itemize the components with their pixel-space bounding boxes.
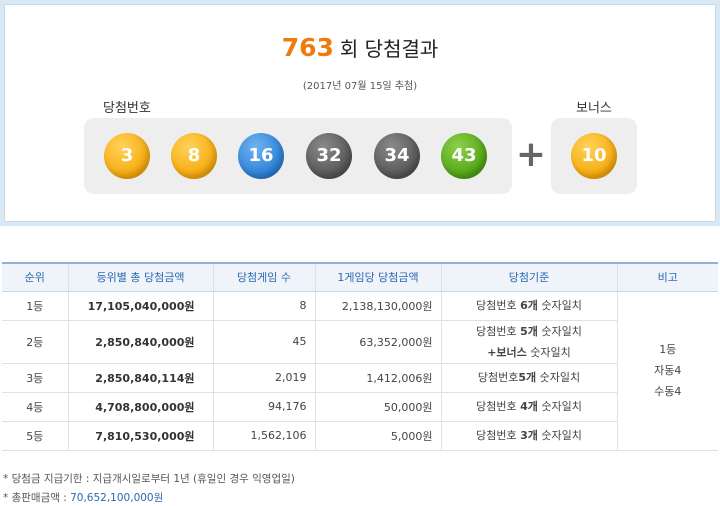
note-line: 수동4	[654, 385, 682, 398]
winners-cell: 45	[212, 320, 315, 364]
table-row: 3등 2,850,840,114원 2,019 1,412,006원 당첨번호5…	[2, 363, 718, 393]
criteria-text: 당첨번호	[476, 324, 521, 338]
criteria-text: 당첨번호	[476, 429, 521, 442]
round-number: 763	[281, 33, 334, 62]
criteria-count: 3개	[520, 429, 538, 442]
criteria-text: 당첨번호	[477, 371, 519, 384]
col-header-total: 등위별 총 당첨금액	[67, 262, 213, 292]
total-amount-cell: 2,850,840,000원	[67, 320, 213, 364]
criteria-cell: 당첨번호 3개 숫자일치	[440, 421, 617, 451]
draw-date: (2017년 07월 15일 추첨)	[302, 81, 418, 92]
criteria-text: 숫자일치	[537, 429, 582, 442]
winners-cell: 8	[212, 291, 315, 321]
round-title: 763 회 당첨결과	[5, 33, 715, 62]
total-amount-cell: 17,105,040,000원	[67, 291, 213, 321]
table-row: 5등 7,810,530,000원 1,562,106 5,000원 당첨번호 …	[2, 421, 718, 451]
col-header-per-game: 1게임당 당첨금액	[314, 262, 441, 292]
rank-cell: 5등	[2, 421, 68, 451]
total-amount-cell: 2,850,840,114원	[67, 363, 213, 393]
result-panel: 763 회 당첨결과 (2017년 07월 15일 추첨) 당첨번호 보너스 3 …	[0, 0, 720, 226]
per-game-cell: 50,000원	[314, 392, 441, 422]
rank-cell: 3등	[2, 363, 68, 393]
criteria-text: 숫자일치	[537, 324, 582, 338]
table-row: 1등 17,105,040,000원 8 2,138,130,000원 당첨번호…	[2, 291, 718, 451]
total-sales-note: * 총판매금액 : 70,652,100,000원	[3, 490, 163, 505]
criteria-text: 숫자일치	[537, 400, 582, 413]
criteria-text: 당첨번호	[476, 299, 521, 312]
criteria-cell: 당첨번호 5개 숫자일치 +보너스 숫자일치	[440, 320, 617, 364]
winning-numbers-label: 당첨번호	[103, 101, 151, 116]
table-row: 2등 2,850,840,000원 45 63,352,000원 당첨번호 5개…	[2, 320, 718, 364]
col-header-winners: 당첨게임 수	[212, 262, 315, 292]
criteria-cell: 당첨번호 6개 숫자일치	[440, 291, 617, 321]
criteria-text: 숫자일치	[537, 299, 582, 312]
result-card: 763 회 당첨결과 (2017년 07월 15일 추첨) 당첨번호 보너스 3 …	[4, 4, 716, 222]
round-suffix: 회 당첨결과	[339, 37, 439, 61]
criteria-cell: 당첨번호 4개 숫자일치	[440, 392, 617, 422]
note-cell: 1등 자동4 수동4	[616, 291, 718, 451]
lotto-ball: 34	[374, 133, 420, 179]
per-game-cell: 1,412,006원	[314, 363, 441, 393]
criteria-count: 6개	[520, 299, 538, 312]
criteria-text: 숫자일치	[526, 345, 571, 359]
criteria-count: 5개	[520, 324, 538, 338]
criteria-text: 숫자일치	[536, 371, 581, 384]
col-header-rank: 순위	[2, 262, 68, 292]
lotto-ball: 32	[306, 133, 352, 179]
plus-icon: +	[515, 134, 547, 175]
payment-period-note: * 당첨금 지급기한 : 지급개시일로부터 1년 (휴일인 경우 익영업일)	[3, 473, 295, 485]
criteria-cell: 당첨번호5개 숫자일치	[440, 363, 617, 393]
criteria-bonus: +보너스	[487, 345, 527, 359]
rank-cell: 4등	[2, 392, 68, 422]
note-line: 1등	[659, 343, 677, 356]
rank-cell: 2등	[2, 320, 68, 364]
col-header-note: 비고	[616, 262, 718, 292]
per-game-cell: 2,138,130,000원	[314, 291, 441, 321]
criteria-line: 당첨번호 5개 숫자일치	[450, 321, 609, 342]
total-sales-value: 70,652,100,000원	[70, 492, 164, 504]
bonus-label: 보너스	[576, 101, 612, 116]
winners-cell: 2,019	[212, 363, 315, 393]
rank-cell: 1등	[2, 291, 68, 321]
criteria-line: +보너스 숫자일치	[450, 342, 609, 363]
table-row: 4등 4,708,800,000원 94,176 50,000원 당첨번호 4개…	[2, 392, 718, 422]
total-amount-cell: 7,810,530,000원	[67, 421, 213, 451]
per-game-cell: 5,000원	[314, 421, 441, 451]
col-header-criteria: 당첨기준	[440, 262, 617, 292]
criteria-count: 5개	[518, 371, 537, 384]
lotto-ball: 3	[104, 133, 150, 179]
bonus-ball: 10	[571, 133, 617, 179]
total-sales-label: * 총판매금액 :	[3, 492, 71, 504]
lotto-ball: 8	[171, 133, 217, 179]
table-header-row: 순위 등위별 총 당첨금액 당첨게임 수 1게임당 당첨금액 당첨기준 비고	[2, 262, 718, 292]
winners-cell: 94,176	[212, 392, 315, 422]
criteria-text: 당첨번호	[476, 400, 521, 413]
per-game-cell: 63,352,000원	[314, 320, 441, 364]
bonus-ball-box: 10	[551, 118, 637, 194]
lotto-ball: 43	[441, 133, 487, 179]
criteria-count: 4개	[520, 400, 538, 413]
prize-table: 순위 등위별 총 당첨금액 당첨게임 수 1게임당 당첨금액 당첨기준 비고 1…	[2, 262, 718, 451]
winners-cell: 1,562,106	[212, 421, 315, 451]
lotto-ball: 16	[238, 133, 284, 179]
winning-balls-box: 3 8 16 32 34 43	[84, 118, 512, 194]
note-line: 자동4	[654, 364, 682, 377]
total-amount-cell: 4,708,800,000원	[67, 392, 213, 422]
